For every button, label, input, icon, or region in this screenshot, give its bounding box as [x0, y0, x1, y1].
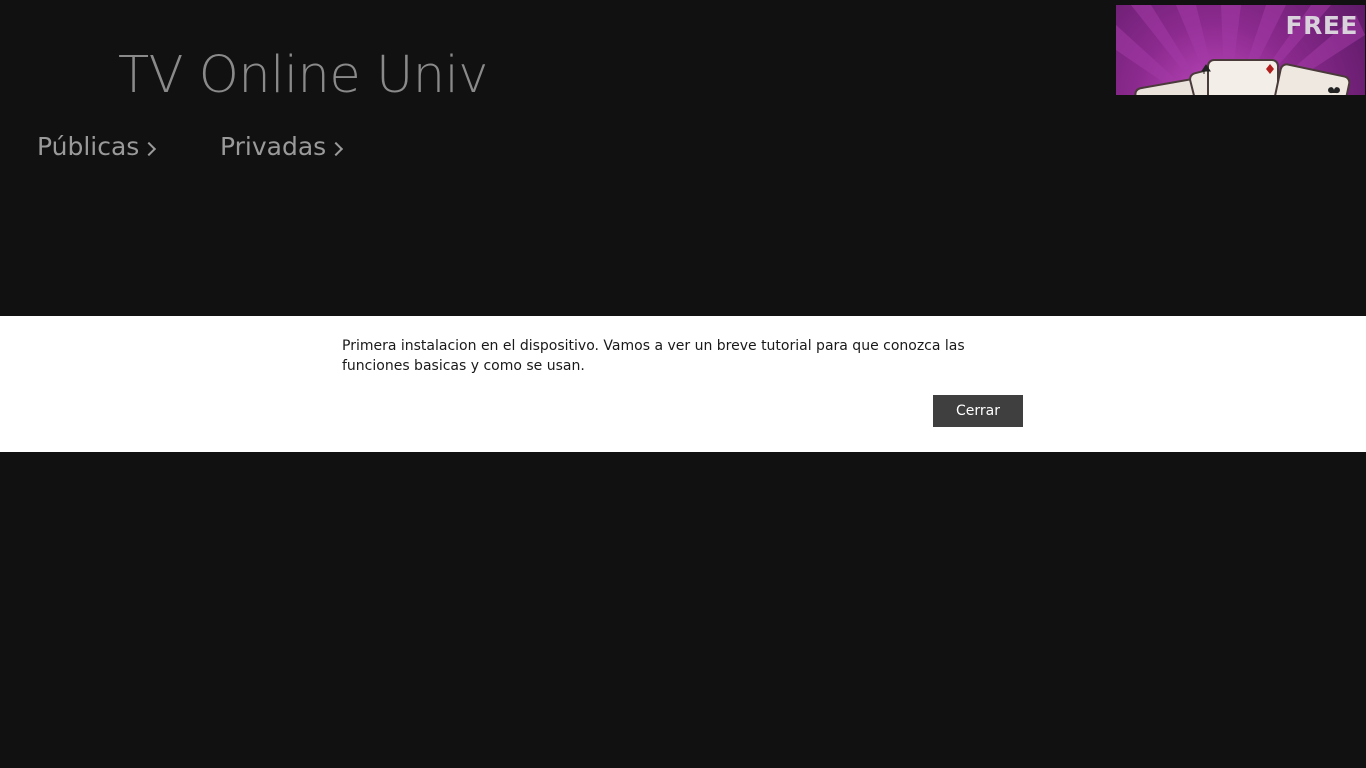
ad-free-badge: FREE [1285, 11, 1358, 40]
app-window: TV Online Univ Públicas Privadas FREE Pr… [0, 0, 1366, 768]
nav-publicas-label: Públicas [37, 132, 140, 161]
chevron-right-icon [329, 141, 344, 156]
dialog-message: Primera instalacion en el dispositivo. V… [342, 338, 965, 374]
ad-banner[interactable]: FREE [1116, 5, 1365, 95]
first-run-dialog: Primera instalacion en el dispositivo. V… [0, 316, 1366, 452]
close-button[interactable]: Cerrar [933, 395, 1023, 427]
app-title: TV Online Univ [118, 46, 488, 105]
nav-publicas-link[interactable]: Públicas [37, 132, 157, 161]
nav-privadas-label: Privadas [220, 132, 327, 161]
nav-privadas-link[interactable]: Privadas [220, 132, 344, 161]
chevron-right-icon [142, 141, 157, 156]
